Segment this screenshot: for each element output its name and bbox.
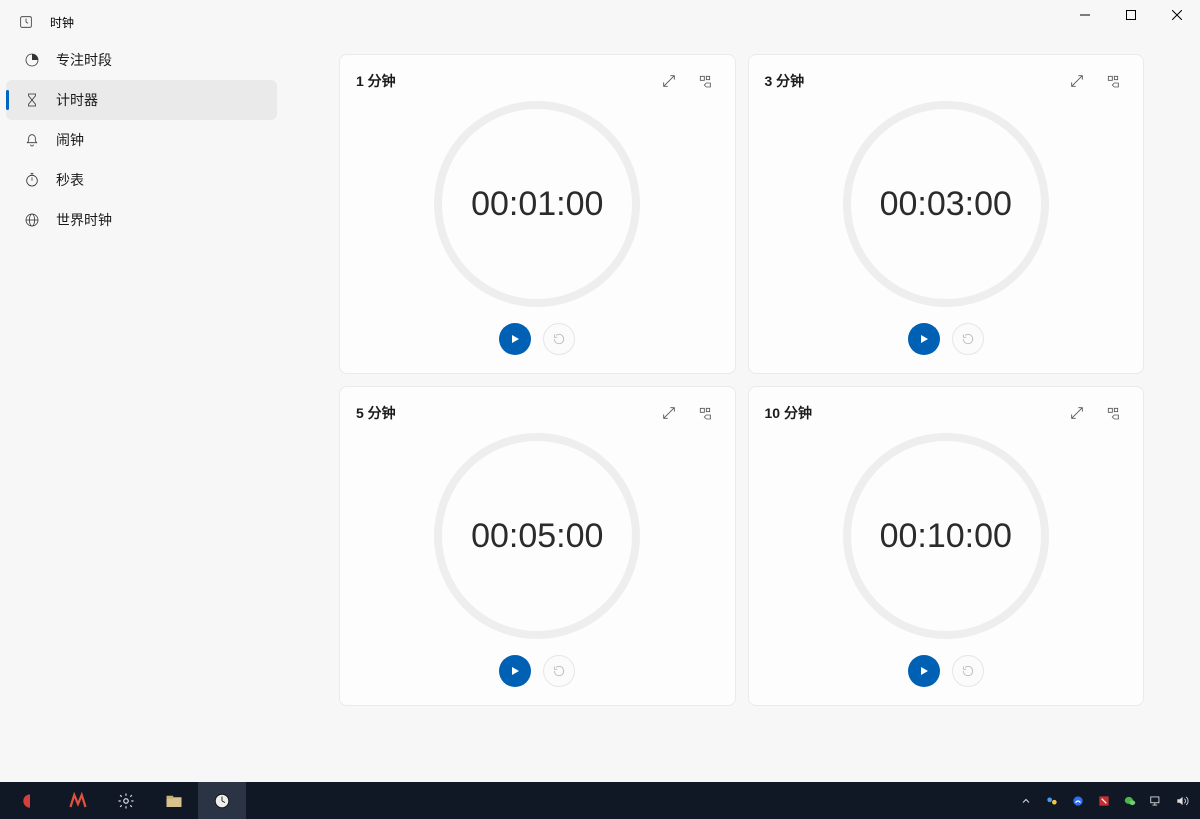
sidebar-item-timer[interactable]: 计时器 (6, 80, 277, 120)
reset-button[interactable] (952, 655, 984, 687)
reset-button[interactable] (543, 323, 575, 355)
play-button[interactable] (499, 655, 531, 687)
globe-icon (24, 212, 40, 228)
timer-card[interactable]: 5 分钟 00:05:00 (339, 386, 736, 706)
focus-icon (24, 52, 40, 68)
sidebar: 时钟 专注时段 计时器 闹钟 秒表 (0, 0, 283, 782)
window-controls (1062, 0, 1200, 30)
timer-dial: 00:03:00 (765, 85, 1128, 323)
timer-grid: 1 分钟 00:01:00 3 分钟 (283, 0, 1200, 782)
taskbar-left (6, 782, 246, 819)
tray-app-icon[interactable] (1070, 793, 1086, 809)
sidebar-item-label: 计时器 (56, 90, 98, 110)
play-button[interactable] (499, 323, 531, 355)
system-tray (1018, 793, 1194, 809)
tray-wechat-icon[interactable] (1122, 793, 1138, 809)
timer-card[interactable]: 3 分钟 00:03:00 (748, 54, 1145, 374)
timer-dial: 00:10:00 (765, 417, 1128, 655)
window-maximize-button[interactable] (1108, 0, 1154, 30)
sidebar-item-label: 闹钟 (56, 130, 84, 150)
reset-button[interactable] (952, 323, 984, 355)
timer-display: 00:05:00 (471, 517, 603, 556)
clock-app-icon (18, 14, 34, 30)
app-container: 时钟 专注时段 计时器 闹钟 秒表 (0, 0, 1200, 782)
timer-display: 00:01:00 (471, 185, 603, 224)
sidebar-item-label: 世界时钟 (56, 210, 112, 230)
timer-dial: 00:01:00 (356, 85, 719, 323)
timer-card[interactable]: 1 分钟 00:01:00 (339, 54, 736, 374)
tray-volume-icon[interactable] (1174, 793, 1190, 809)
timer-controls (765, 323, 1128, 361)
app-title: 时钟 (50, 14, 74, 31)
taskbar-app-partial[interactable] (6, 782, 54, 819)
taskbar-explorer-icon[interactable] (150, 782, 198, 819)
taskbar-settings-icon[interactable] (102, 782, 150, 819)
sidebar-item-label: 专注时段 (56, 50, 112, 70)
taskbar-clock-app-icon[interactable] (198, 782, 246, 819)
sidebar-item-stopwatch[interactable]: 秒表 (6, 160, 277, 200)
hourglass-icon (24, 92, 40, 108)
tray-security-icon[interactable] (1096, 793, 1112, 809)
timer-card[interactable]: 10 分钟 00:10:00 (748, 386, 1145, 706)
tray-chevron-up-icon[interactable] (1018, 793, 1034, 809)
timer-dial: 00:05:00 (356, 417, 719, 655)
timer-controls (765, 655, 1128, 693)
window-minimize-button[interactable] (1062, 0, 1108, 30)
bell-icon (24, 132, 40, 148)
tray-copilot-icon[interactable] (1044, 793, 1060, 809)
timer-controls (356, 655, 719, 693)
play-button[interactable] (908, 323, 940, 355)
sidebar-item-focus[interactable]: 专注时段 (6, 40, 277, 80)
window-close-button[interactable] (1154, 0, 1200, 30)
sidebar-item-alarm[interactable]: 闹钟 (6, 120, 277, 160)
app-title-row: 时钟 (0, 4, 283, 40)
reset-button[interactable] (543, 655, 575, 687)
taskbar-wps-icon[interactable] (54, 782, 102, 819)
stopwatch-icon (24, 172, 40, 188)
timer-controls (356, 323, 719, 361)
taskbar (0, 782, 1200, 819)
sidebar-item-worldclock[interactable]: 世界时钟 (6, 200, 277, 240)
tray-network-icon[interactable] (1148, 793, 1164, 809)
timer-display: 00:10:00 (880, 517, 1012, 556)
timer-display: 00:03:00 (880, 185, 1012, 224)
play-button[interactable] (908, 655, 940, 687)
sidebar-item-label: 秒表 (56, 170, 84, 190)
